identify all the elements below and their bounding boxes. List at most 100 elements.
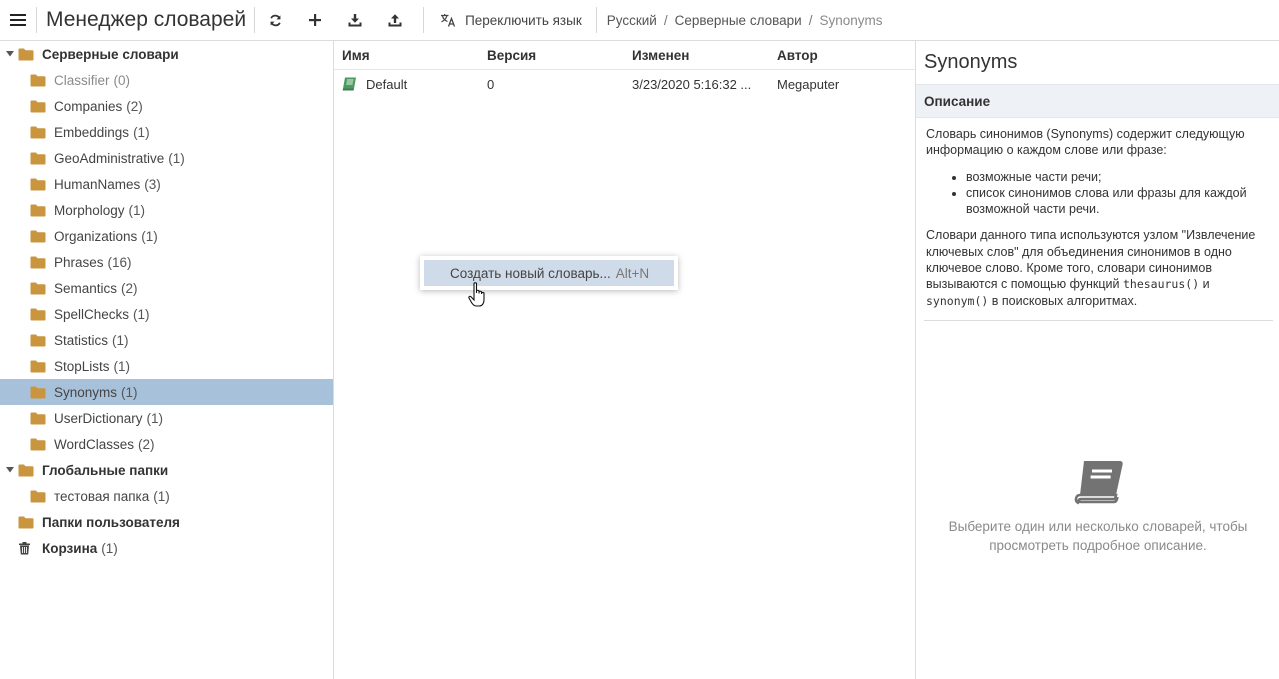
row-modified: 3/23/2020 5:16:32 ...: [632, 76, 752, 92]
description-intro: Словарь синонимов (Synonyms) содержит сл…: [926, 127, 1245, 158]
dictionary-list: Имя Версия Изменен Автор Default 0 3/23/…: [334, 41, 915, 679]
tree-item-synonyms[interactable]: Synonyms (1): [0, 379, 333, 405]
tree-node-count: (3): [144, 176, 161, 192]
column-header-name[interactable]: Имя: [334, 48, 479, 63]
switch-language-button[interactable]: Переключить язык: [424, 0, 596, 41]
hand-cursor-icon: [468, 282, 485, 307]
list-item: возможные части речи;: [966, 169, 1269, 185]
empty-state-text: Выберите один или несколько словарей, чт…: [948, 519, 1248, 553]
breadcrumb-item[interactable]: Русский: [607, 13, 657, 28]
tree-item-geoadministrative[interactable]: GeoAdministrative (1): [0, 145, 333, 171]
description-usage: Словари данного типа используются узлом …: [926, 228, 1256, 308]
breadcrumb: Русский / Серверные словари / Synonyms: [606, 12, 883, 28]
column-header-modified[interactable]: Изменен: [624, 48, 769, 63]
expand-caret-icon[interactable]: [4, 51, 16, 57]
tree-node-label: SpellChecks: [54, 306, 130, 322]
tree-node-label: Корзина: [42, 540, 98, 556]
row-version: 0: [487, 76, 495, 92]
folder-icon: [30, 204, 46, 217]
folder-icon: [30, 334, 46, 347]
expand-caret-icon[interactable]: [4, 467, 16, 473]
tree-node-label: Companies: [54, 98, 123, 114]
tree-node-count: (1): [133, 306, 150, 322]
tree-item-phrases[interactable]: Phrases (16): [0, 249, 333, 275]
folder-tree: Серверные словари Classifier (0) Companies(…: [0, 41, 334, 679]
tree-node-label: Synonyms: [54, 384, 118, 400]
description-body: Словарь синонимов (Synonyms) содержит сл…: [916, 118, 1279, 309]
folder-icon: [18, 48, 34, 61]
hamburger-icon[interactable]: [0, 0, 36, 41]
tree-node-label: UserDictionary: [54, 410, 143, 426]
tree-item-embeddings[interactable]: Embeddings (1): [0, 119, 333, 145]
tree-node-label: тестовая папка: [54, 488, 150, 504]
tree-node-label: HumanNames: [54, 176, 141, 192]
add-button[interactable]: [295, 0, 335, 41]
folder-icon: [30, 178, 46, 191]
tree-item-semantics[interactable]: Semantics (2): [0, 275, 333, 301]
import-button[interactable]: [335, 0, 375, 41]
tree-node-label: Semantics: [54, 280, 118, 296]
details-panel: Synonyms Описание Словарь синонимов (Syn…: [915, 41, 1279, 679]
tree-node-global-folders[interactable]: Глобальные папки: [0, 457, 333, 483]
refresh-button[interactable]: [255, 0, 295, 41]
tree-item-morphology[interactable]: Morphology (1): [0, 197, 333, 223]
tree-node-count: (1): [121, 384, 138, 400]
dictionary-book-icon: [342, 77, 356, 91]
row-author: Megaputer: [777, 76, 840, 92]
tree-item-userdictionary[interactable]: UserDictionary (1): [0, 405, 333, 431]
tree-node-count: (1): [101, 540, 118, 556]
export-button[interactable]: [375, 0, 415, 41]
description-section-header: Описание: [916, 84, 1279, 118]
tree-item-companies[interactable]: Companies (2): [0, 93, 333, 119]
list-item: список синонимов слова или фразы для каж…: [966, 185, 1269, 218]
tree-node-label: Папки пользователя: [42, 514, 180, 530]
tree-item-wordclasses[interactable]: WordClasses (2): [0, 431, 333, 457]
tree-node-label: Morphology: [54, 202, 125, 218]
description-list: возможные части речи; список синонимов с…: [926, 169, 1269, 218]
list-header: Имя Версия Изменен Автор: [334, 41, 915, 70]
folder-icon: [30, 256, 46, 269]
plus-icon: [309, 14, 322, 26]
tree-item-classifier[interactable]: Classifier (0): [0, 67, 333, 93]
tree-node-label: GeoAdministrative: [54, 150, 165, 166]
folder-icon: [30, 386, 46, 399]
tree-node-trash[interactable]: Корзина (1): [0, 535, 333, 561]
tree-node-label: Embeddings: [54, 124, 130, 140]
tree-item-spellchecks[interactable]: SpellChecks (1): [0, 301, 333, 327]
folder-icon: [30, 126, 46, 139]
upload-icon: [388, 13, 402, 26]
tree-node-label: Organizations: [54, 228, 138, 244]
folder-icon: [30, 152, 46, 165]
tree-node-count: (1): [128, 202, 146, 218]
refresh-icon: [269, 14, 281, 26]
tree-node-label: Глобальные папки: [42, 462, 169, 478]
details-title: Synonyms: [924, 51, 1018, 73]
create-dictionary-menu-item[interactable]: Создать новый словарь... Alt+N: [424, 260, 674, 286]
tree-node-count: (2): [121, 280, 138, 296]
column-header-version[interactable]: Версия: [479, 48, 624, 63]
tree-node-count: (1): [141, 228, 158, 244]
tree-node-label: WordClasses: [54, 436, 135, 452]
column-header-author[interactable]: Автор: [769, 48, 915, 63]
tree-item-humannames[interactable]: HumanNames (3): [0, 171, 333, 197]
tree-node-server-dictionaries[interactable]: Серверные словари: [0, 41, 333, 67]
tree-item-statistics[interactable]: Statistics (1): [0, 327, 333, 353]
folder-icon: [30, 230, 46, 243]
tree-node-label: Phrases: [54, 254, 104, 270]
tree-node-count: (0): [113, 72, 131, 88]
code-synonym: synonym(): [926, 293, 989, 308]
tree-item-тестовая-папка[interactable]: тестовая папка (1): [0, 483, 333, 509]
tree-item-organizations[interactable]: Organizations (1): [0, 223, 333, 249]
tree-node-user-folders[interactable]: Папки пользователя: [0, 509, 333, 535]
folder-icon: [30, 360, 46, 373]
folder-icon: [30, 308, 46, 321]
breadcrumb-current: Synonyms: [819, 12, 883, 28]
table-row[interactable]: Default 0 3/23/2020 5:16:32 ... Megapute…: [334, 70, 915, 98]
tree-node-count: (1): [146, 410, 164, 426]
tree-item-stoplists[interactable]: StopLists (1): [0, 353, 333, 379]
folder-icon: [30, 100, 46, 113]
folder-icon: [18, 516, 34, 529]
folder-icon: [30, 74, 46, 87]
breadcrumb-item[interactable]: Серверные словари: [675, 13, 802, 28]
folder-icon: [30, 412, 46, 425]
